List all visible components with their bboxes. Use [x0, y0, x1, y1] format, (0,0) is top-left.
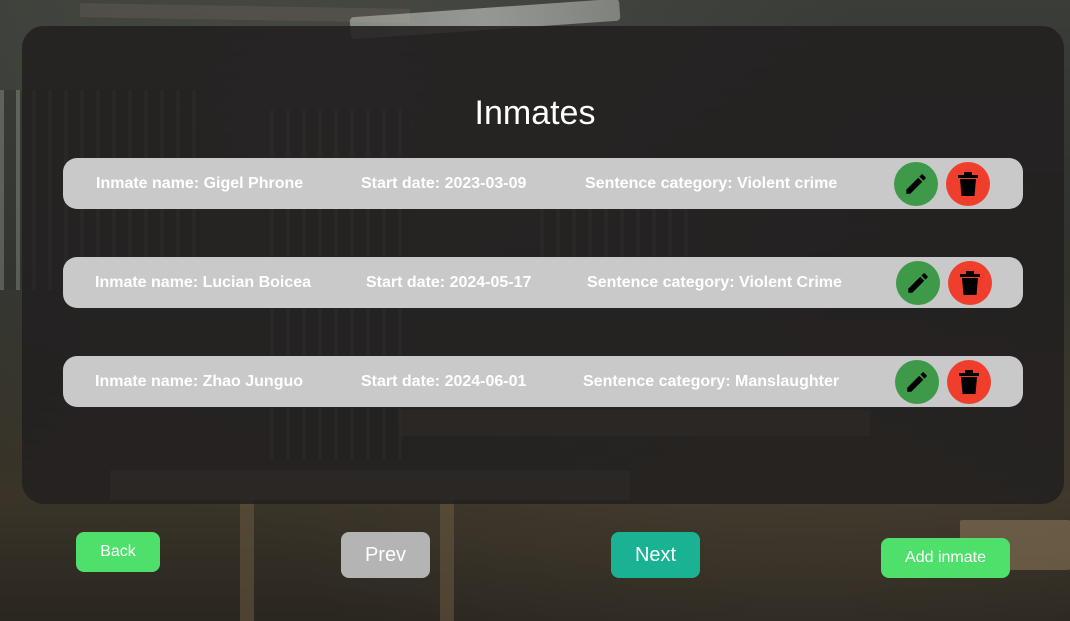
inmate-row: Inmate name: Gigel Phrone Start date: 20… — [63, 158, 1023, 209]
start-date: Start date: 2023-03-09 — [361, 175, 527, 192]
table-leg — [440, 500, 454, 621]
sentence-category: Sentence category: Manslaughter — [583, 373, 840, 390]
inmate-name: Inmate name: Zhao Junguo — [95, 373, 304, 390]
pencil-icon — [908, 273, 928, 293]
delete-button[interactable] — [946, 162, 990, 206]
add-inmate-button[interactable]: Add inmate — [881, 538, 1010, 578]
prev-page-button[interactable]: Prev — [341, 532, 430, 578]
back-button[interactable]: Back — [76, 532, 160, 572]
delete-button[interactable] — [947, 360, 991, 404]
sentence-category: Sentence category: Violent Crime — [587, 274, 842, 291]
next-page-button[interactable]: Next — [611, 532, 700, 578]
inmate-row: Inmate name: Lucian Boicea Start date: 2… — [63, 257, 1023, 308]
edit-button[interactable] — [894, 162, 938, 206]
inmate-name: Inmate name: Lucian Boicea — [95, 274, 312, 291]
trash-icon — [960, 271, 980, 295]
pencil-icon — [907, 372, 927, 392]
delete-button[interactable] — [948, 261, 992, 305]
page-title: Inmates — [474, 94, 596, 132]
edit-button[interactable] — [895, 360, 939, 404]
start-date: Start date: 2024-06-01 — [361, 373, 527, 390]
table-leg — [240, 500, 254, 621]
edit-button[interactable] — [896, 261, 940, 305]
inmate-name: Inmate name: Gigel Phrone — [96, 175, 304, 192]
trash-icon — [958, 172, 978, 196]
inmate-row: Inmate name: Zhao Junguo Start date: 202… — [63, 356, 1023, 407]
sentence-category: Sentence category: Violent crime — [585, 175, 838, 192]
start-date: Start date: 2024-05-17 — [366, 274, 532, 291]
trash-icon — [959, 370, 979, 394]
pencil-icon — [906, 174, 926, 194]
